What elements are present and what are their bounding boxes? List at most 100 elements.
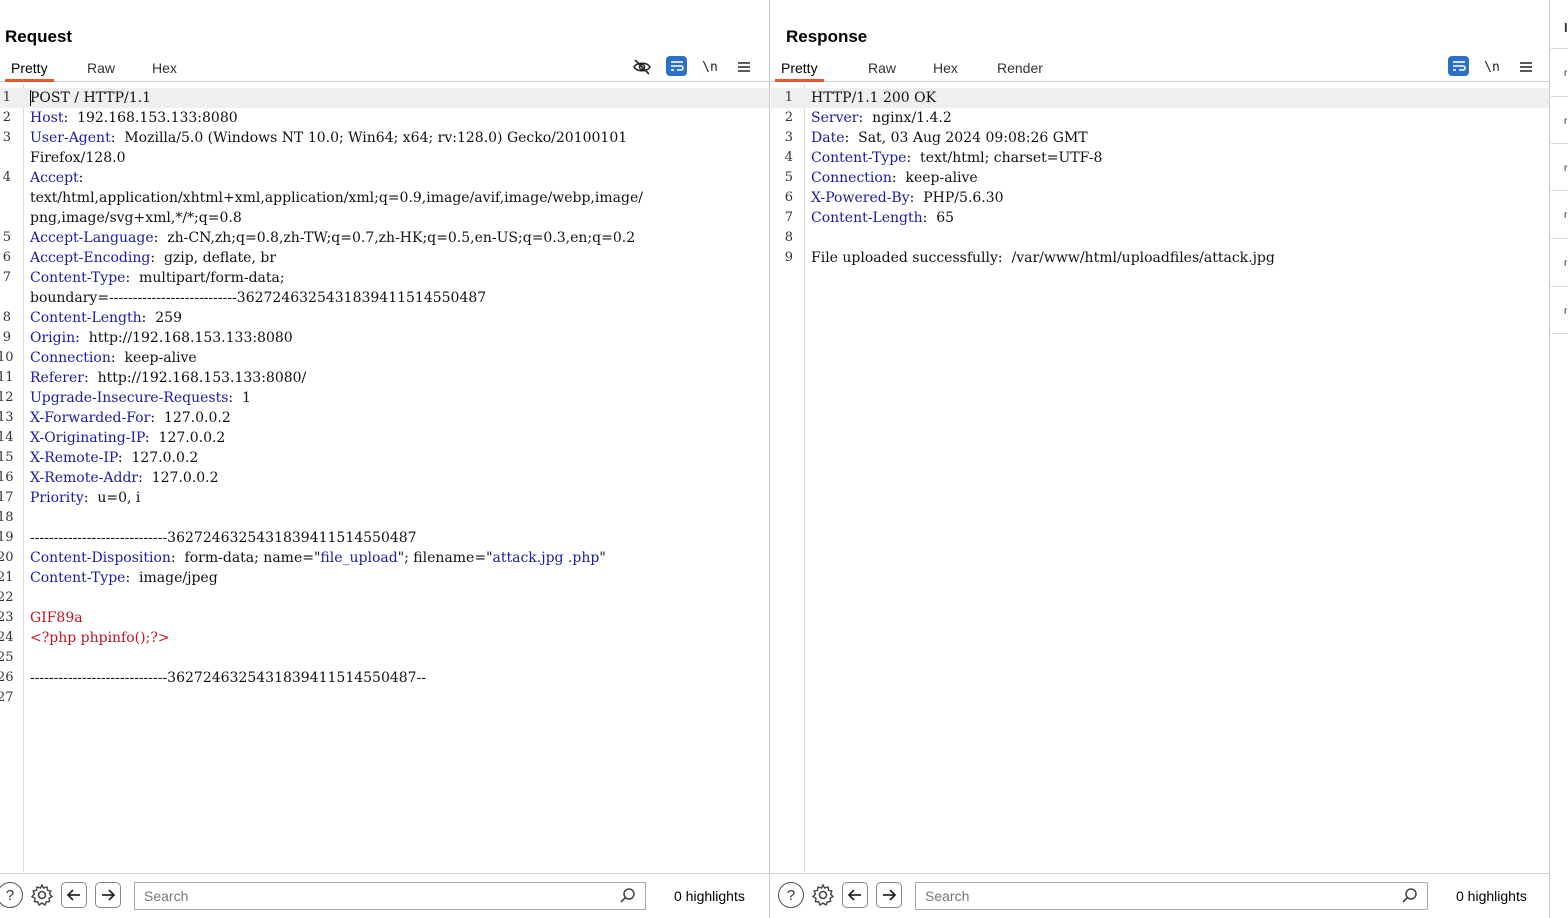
request-editor[interactable]: 1 POST / HTTP/1.1 2 Host: 192.168.153.133:8… [0, 84, 769, 872]
code-line[interactable]: 3 User-Agent: Mozilla/5.0 (Windows NT 10.… [0, 128, 769, 148]
help-icon[interactable]: ? [0, 882, 23, 908]
line-number: 14 [0, 430, 14, 445]
line-text: boundary=---------------------------3627… [30, 288, 486, 308]
response-code[interactable]: 1 HTTP/1.1 200 OK 2 Server: nginx/1.4.2 3 Dat… [771, 88, 1549, 268]
code-line[interactable]: 6 Accept-Encoding: gzip, deflate, br [0, 248, 769, 268]
eye-slash-icon[interactable] [631, 56, 653, 78]
line-number: 6 [2, 250, 11, 265]
code-line[interactable]: 16 X-Remote-Addr: 127.0.0.2 [0, 468, 769, 488]
help-icon[interactable]: ? [778, 882, 804, 908]
line-number: 4 [2, 170, 11, 185]
strip-mark[interactable]: r [1564, 306, 1567, 317]
request-pane: Request Pretty Raw Hex \n 1 POST / HTTP/1… [0, 0, 770, 918]
code-line[interactable]: 9 Origin: http://192.168.153.133:8080 [0, 328, 769, 348]
next-match-button[interactable] [876, 882, 902, 908]
line-number: 27 [0, 690, 14, 705]
previous-match-button[interactable] [61, 882, 87, 908]
response-search-box [915, 882, 1428, 910]
code-line[interactable]: 2 Host: 192.168.153.133:8080 [0, 108, 769, 128]
request-search-input[interactable] [135, 883, 645, 909]
code-line[interactable]: 23 GIF89a [0, 608, 769, 628]
code-line[interactable]: 3 Date: Sat, 03 Aug 2024 09:08:26 GMT [771, 128, 1549, 148]
tab-request-pretty[interactable]: Pretty [5, 59, 54, 82]
strip-mark[interactable]: r [1564, 210, 1567, 221]
code-line[interactable]: text/html,application/xhtml+xml,applicat… [0, 188, 769, 208]
hamburger-icon[interactable] [733, 56, 755, 78]
code-line[interactable]: 25 [0, 648, 769, 668]
tab-response-render[interactable]: Render [991, 59, 1049, 82]
wrap-icon[interactable] [666, 56, 687, 76]
previous-match-button[interactable] [842, 882, 868, 908]
tab-request-raw[interactable]: Raw [81, 59, 121, 82]
code-line[interactable]: 2 Server: nginx/1.4.2 [771, 108, 1549, 128]
line-number: 3 [2, 130, 11, 145]
search-icon [620, 888, 635, 903]
code-line[interactable]: 17 Priority: u=0, i [0, 488, 769, 508]
next-match-button[interactable] [95, 882, 121, 908]
hamburger-icon[interactable] [1515, 56, 1537, 78]
code-line[interactable]: 15 X-Remote-IP: 127.0.0.2 [0, 448, 769, 468]
line-text: Origin: http://192.168.153.133:8080 [30, 328, 293, 348]
line-text: Content-Type: multipart/form-data; [30, 268, 285, 288]
line-text: Accept: [30, 168, 83, 188]
newline-toggle[interactable]: \n [699, 56, 721, 78]
code-line[interactable]: 24 <?php phpinfo();?> [0, 628, 769, 648]
code-token: : 127.0.0.2 [150, 410, 231, 426]
code-line[interactable]: 27 [0, 688, 769, 708]
code-line[interactable]: 21 Content-Type: image/jpeg [0, 568, 769, 588]
code-line[interactable]: 11 Referer: http://192.168.153.133:8080/ [0, 368, 769, 388]
code-line[interactable]: 22 [0, 588, 769, 608]
code-line[interactable]: 6 X-Powered-By: PHP/5.6.30 [771, 188, 1549, 208]
code-line[interactable]: 5 Accept-Language: zh-CN,zh;q=0.8,zh-TW;q… [0, 228, 769, 248]
code-line[interactable]: boundary=---------------------------3627… [0, 288, 769, 308]
gear-icon[interactable] [810, 882, 836, 908]
code-line[interactable]: 8 Content-Length: 259 [0, 308, 769, 328]
strip-mark[interactable]: r [1564, 258, 1567, 269]
tab-response-pretty[interactable]: Pretty [775, 59, 824, 82]
code-line[interactable]: 7 Content-Length: 65 [771, 208, 1549, 228]
code-line[interactable]: 14 X-Originating-IP: 127.0.0.2 [0, 428, 769, 448]
code-line[interactable]: 18 [0, 508, 769, 528]
code-token: "; filename=" [397, 550, 493, 566]
code-line[interactable]: 8 [771, 228, 1549, 248]
code-line[interactable]: 10 Connection: keep-alive [0, 348, 769, 368]
code-line[interactable]: png,image/svg+xml,*/*;q=0.8 [0, 208, 769, 228]
code-line[interactable]: 9 File uploaded successfully: /var/www/ht… [771, 248, 1549, 268]
strip-mark[interactable]: r [1564, 116, 1567, 127]
code-token: HTTP/1.1 200 OK [811, 90, 937, 106]
line-number: 1 [2, 90, 11, 105]
code-line[interactable]: 7 Content-Type: multipart/form-data; [0, 268, 769, 288]
code-line[interactable]: 4 Accept: [0, 168, 769, 188]
code-line[interactable]: 13 X-Forwarded-For: 127.0.0.2 [0, 408, 769, 428]
code-line[interactable]: 4 Content-Type: text/html; charset=UTF-8 [771, 148, 1549, 168]
wrap-icon[interactable] [1448, 56, 1469, 76]
response-editor[interactable]: 1 HTTP/1.1 200 OK 2 Server: nginx/1.4.2 3 Dat… [771, 84, 1549, 872]
code-line[interactable]: 19 -----------------------------362724632… [0, 528, 769, 548]
tab-request-hex[interactable]: Hex [146, 59, 183, 82]
strip-mark[interactable]: r [1564, 163, 1567, 174]
code-line[interactable]: Firefox/128.0 [0, 148, 769, 168]
code-line[interactable]: 5 Connection: keep-alive [771, 168, 1549, 188]
code-token: : nginx/1.4.2 [858, 110, 952, 126]
newline-toggle[interactable]: \n [1481, 56, 1503, 78]
line-text: X-Forwarded-For: 127.0.0.2 [30, 408, 231, 428]
request-code[interactable]: 1 POST / HTTP/1.1 2 Host: 192.168.153.133:8… [0, 88, 769, 708]
header-name: Referer [30, 370, 84, 386]
line-text: Accept-Encoding: gzip, deflate, br [30, 248, 276, 268]
request-search-bar: ? 0 highlights [0, 873, 769, 918]
code-token: boundary=---------------------------3627… [30, 290, 487, 306]
tab-response-raw[interactable]: Raw [862, 59, 902, 82]
tab-response-hex[interactable]: Hex [927, 59, 964, 82]
code-line[interactable]: 26 -----------------------------362724632… [0, 668, 769, 688]
text-cursor [30, 90, 31, 106]
response-search-input[interactable] [916, 883, 1427, 909]
code-line[interactable]: 1 HTTP/1.1 200 OK [771, 88, 1549, 108]
code-line[interactable]: 20 Content-Disposition: form-data; name="… [0, 548, 769, 568]
strip-mark[interactable]: r [1564, 68, 1567, 79]
code-line[interactable]: 1 POST / HTTP/1.1 [0, 88, 769, 108]
header-name: Server [811, 110, 859, 126]
code-token: : Sat, 03 Aug 2024 09:08:26 GMT [844, 130, 1088, 146]
code-token: : 259 [141, 310, 182, 326]
code-line[interactable]: 12 Upgrade-Insecure-Requests: 1 [0, 388, 769, 408]
gear-icon[interactable] [29, 882, 55, 908]
